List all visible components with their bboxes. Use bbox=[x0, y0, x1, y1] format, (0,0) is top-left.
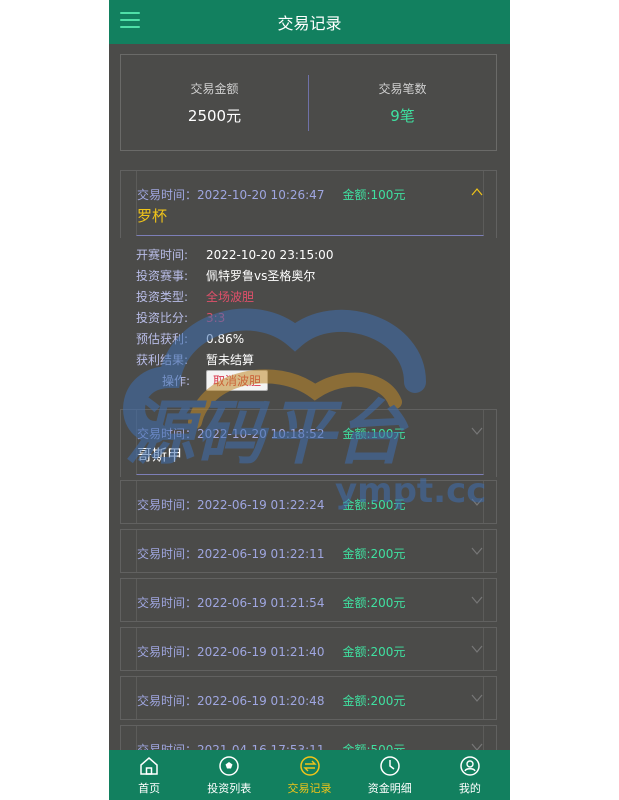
record-item[interactable]: 交易时间：2022-06-19 01:21:54 金额:200元 bbox=[120, 578, 497, 622]
record-amount: 金额:100元 bbox=[342, 427, 406, 441]
chevron-down-icon[interactable] bbox=[471, 496, 483, 508]
tab-label: 投资列表 bbox=[207, 782, 252, 795]
record-amount: 金额:200元 bbox=[342, 694, 406, 708]
start-time-label: 开赛时间: bbox=[136, 248, 189, 262]
chevron-down-icon[interactable] bbox=[471, 545, 483, 557]
summary-count: 交易笔数 9笔 bbox=[309, 80, 496, 126]
record-time: 交易时间：2022-10-20 10:18:52 bbox=[137, 427, 325, 441]
menu-icon[interactable] bbox=[120, 12, 140, 30]
record-name: 哥斯甲 bbox=[137, 446, 183, 464]
tab-label: 资金明细 bbox=[367, 782, 412, 795]
result-value: 暂未结算 bbox=[206, 353, 255, 367]
top-bar: 交易记录 bbox=[109, 0, 510, 44]
bottom-tab-bar: 首页 投资列表 交易记录 资金明细 我的 bbox=[109, 750, 510, 800]
record-item[interactable]: 交易时间：2022-06-19 01:22:11 金额:200元 bbox=[120, 529, 497, 573]
record-amount: 金额:200元 bbox=[342, 645, 406, 659]
type-label: 投资类型: bbox=[136, 290, 189, 304]
match-label: 投资赛事: bbox=[136, 269, 189, 283]
chevron-down-icon[interactable] bbox=[471, 643, 483, 655]
count-value: 9笔 bbox=[390, 106, 415, 125]
record-amount: 金额:200元 bbox=[342, 596, 406, 610]
page-title: 交易记录 bbox=[277, 14, 342, 33]
result-label: 获利结果: bbox=[136, 353, 189, 367]
tab-label: 交易记录 bbox=[287, 782, 332, 795]
record-time: 交易时间：2022-06-19 01:20:48 bbox=[137, 694, 325, 708]
record-time: 交易时间：2022-10-20 10:26:47 bbox=[137, 188, 325, 202]
record-item[interactable]: 交易时间：2022-10-20 10:26:47 金额:100元 罗杯 bbox=[120, 170, 497, 238]
action-label: 操作: bbox=[161, 374, 190, 388]
record-details: 开赛时间: 2022-10-20 23:15:00 投资赛事: 佩特罗鲁vs圣格奥尔… bbox=[136, 244, 476, 391]
home-icon bbox=[140, 757, 158, 775]
chevron-up-icon[interactable] bbox=[471, 186, 483, 198]
record-item[interactable]: 交易时间：2022-06-19 01:21:40 金额:200元 bbox=[120, 627, 497, 671]
record-item[interactable]: 交易时间：2022-06-19 01:22:24 金额:500元 bbox=[120, 480, 497, 524]
record-name: 罗杯 bbox=[137, 207, 168, 225]
tab-invest-list[interactable]: 投资列表 bbox=[189, 750, 269, 800]
chevron-down-icon[interactable] bbox=[471, 692, 483, 704]
record-time: 交易时间：2022-06-19 01:21:54 bbox=[137, 596, 325, 610]
clock-icon bbox=[379, 756, 400, 776]
profit-value: 0.86% bbox=[206, 331, 245, 346]
tab-funds[interactable]: 资金明细 bbox=[350, 750, 430, 800]
record-amount: 金额:100元 bbox=[342, 188, 406, 202]
profit-label: 预估获利: bbox=[136, 332, 189, 346]
user-icon bbox=[460, 756, 480, 776]
tab-home[interactable]: 首页 bbox=[109, 750, 189, 800]
tab-transactions[interactable]: 交易记录 bbox=[269, 750, 349, 800]
tab-label: 首页 bbox=[138, 782, 161, 795]
app-screen: 交易记录 交易金额 2500元 交易笔数 9笔 交易时间：2022-10-20 … bbox=[109, 0, 510, 800]
record-time: 交易时间：2022-06-19 01:21:40 bbox=[137, 645, 325, 659]
transfer-icon bbox=[299, 756, 320, 776]
score-label: 投资比分: bbox=[136, 311, 189, 325]
football-icon bbox=[219, 756, 240, 776]
record-amount: 金额:200元 bbox=[342, 547, 406, 561]
match-value: 佩特罗鲁vs圣格奥尔 bbox=[206, 269, 316, 283]
summary-amount: 交易金额 2500元 bbox=[121, 80, 308, 126]
tab-mine[interactable]: 我的 bbox=[430, 750, 510, 800]
cancel-bet-button[interactable]: 取消波胆 bbox=[206, 370, 269, 391]
chevron-down-icon[interactable] bbox=[471, 594, 483, 606]
score-value: 3:3 bbox=[206, 310, 226, 325]
start-time-value: 2022-10-20 23:15:00 bbox=[206, 247, 334, 262]
record-amount: 金额:500元 bbox=[342, 498, 406, 512]
count-label: 交易笔数 bbox=[378, 81, 427, 96]
record-item[interactable]: 交易时间：2022-10-20 10:18:52 金额:100元 哥斯甲 bbox=[120, 409, 497, 477]
summary-panel: 交易金额 2500元 交易笔数 9笔 bbox=[120, 54, 497, 151]
record-item[interactable]: 交易时间：2022-06-19 01:20:48 金额:200元 bbox=[120, 676, 497, 720]
type-value: 全场波胆 bbox=[206, 290, 255, 304]
chevron-down-icon[interactable] bbox=[471, 425, 483, 437]
amount-label: 交易金额 bbox=[190, 81, 239, 96]
record-time: 交易时间：2022-06-19 01:22:24 bbox=[137, 498, 325, 512]
amount-value: 2500元 bbox=[187, 106, 242, 125]
tab-label: 我的 bbox=[458, 782, 481, 795]
record-time: 交易时间：2022-06-19 01:22:11 bbox=[137, 547, 325, 561]
